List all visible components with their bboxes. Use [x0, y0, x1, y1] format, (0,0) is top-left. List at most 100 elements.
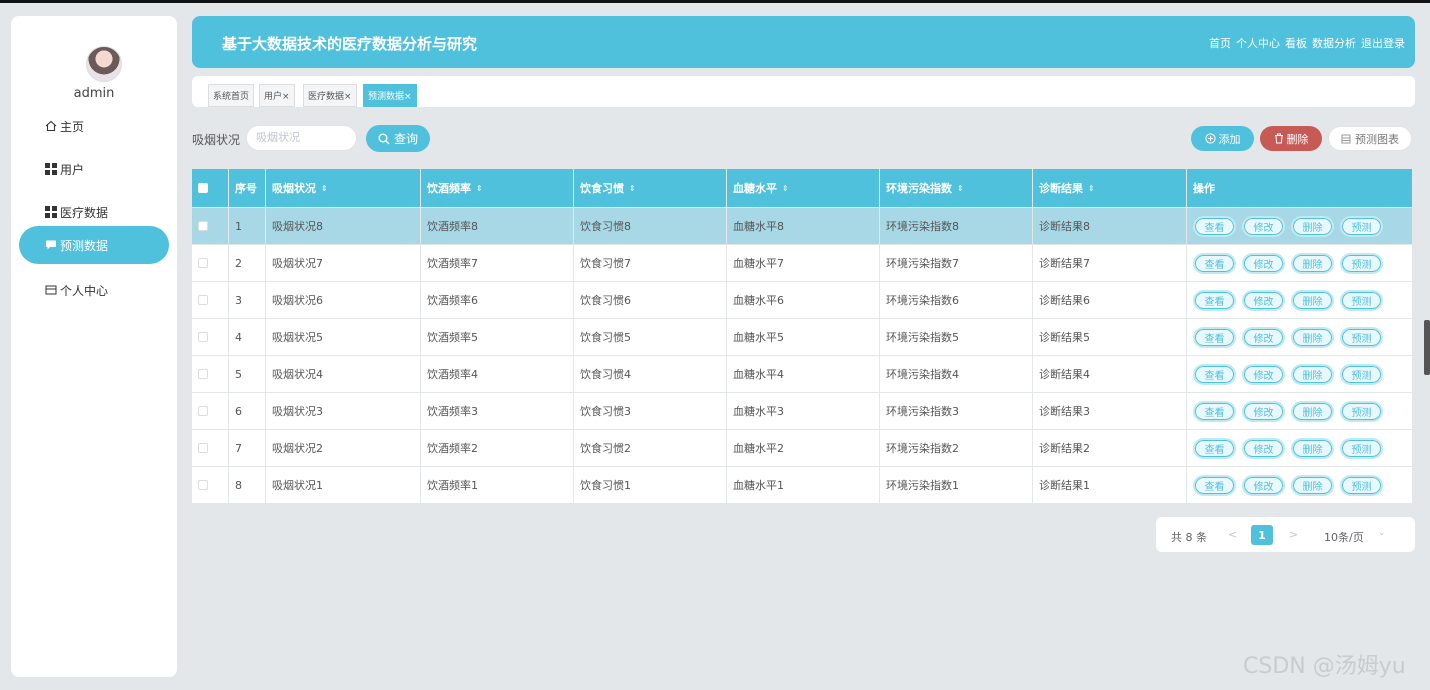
predict-button[interactable]: 预测 [1340, 252, 1383, 274]
sort-icon[interactable]: ⇕ [957, 184, 964, 193]
scrollbar[interactable] [1424, 320, 1430, 375]
cell-blood-sugar: 血糖水平8 [727, 208, 879, 244]
cell-blood-sugar: 血糖水平5 [727, 319, 879, 355]
row-delete-button[interactable]: 删除 [1291, 363, 1334, 385]
edit-button[interactable]: 修改 [1242, 326, 1285, 348]
sidebar-item-label: 主页 [60, 119, 85, 134]
column-header-label: 诊断结果 [1039, 182, 1083, 195]
column-header-diet-habit[interactable]: 饮食习惯 ⇕ [574, 169, 726, 207]
sidebar-item-prediction-data[interactable]: 预测数据 [19, 226, 169, 264]
watermark: CSDN @汤姆yu [1243, 654, 1406, 679]
row-checkbox[interactable] [198, 258, 208, 268]
predict-button[interactable]: 预测 [1340, 215, 1383, 237]
prev-page-button[interactable]: < [1228, 528, 1237, 541]
sort-icon[interactable]: ⇕ [321, 184, 328, 193]
edit-button[interactable]: 修改 [1242, 400, 1285, 422]
row-delete-button[interactable]: 删除 [1291, 400, 1334, 422]
cell-smoking-status: 吸烟状况2 [266, 430, 420, 466]
predict-button[interactable]: 预测 [1340, 289, 1383, 311]
cell-diagnosis: 诊断结果5 [1033, 319, 1186, 355]
next-page-button[interactable]: > [1289, 528, 1298, 541]
tab-system-home[interactable]: 系统首页 [208, 84, 255, 107]
row-checkbox[interactable] [198, 221, 208, 231]
avatar[interactable] [86, 46, 122, 82]
row-checkbox[interactable] [198, 369, 208, 379]
row-delete-button[interactable]: 删除 [1291, 252, 1334, 274]
view-button[interactable]: 查看 [1193, 289, 1236, 311]
edit-button[interactable]: 修改 [1242, 215, 1285, 237]
predict-button[interactable]: 预测 [1340, 363, 1383, 385]
view-button[interactable]: 查看 [1193, 215, 1236, 237]
row-delete-button[interactable]: 删除 [1291, 289, 1334, 311]
cell-blood-sugar: 血糖水平3 [727, 393, 879, 429]
view-button[interactable]: 查看 [1193, 437, 1236, 459]
row-checkbox[interactable] [198, 406, 208, 416]
sidebar-item-home[interactable]: 主页 [19, 107, 169, 145]
cell-blood-sugar: 血糖水平7 [727, 245, 879, 281]
view-button[interactable]: 查看 [1193, 326, 1236, 348]
nav-home-link[interactable]: 首页 [1209, 35, 1231, 51]
sidebar-item-label: 用户 [60, 162, 85, 177]
cell-drinking-frequency: 饮酒频率7 [421, 245, 573, 281]
view-button[interactable]: 查看 [1193, 363, 1236, 385]
cell-diagnosis: 诊断结果2 [1033, 430, 1186, 466]
predict-button[interactable]: 预测 [1340, 437, 1383, 459]
checkbox[interactable] [198, 183, 208, 193]
row-checkbox[interactable] [198, 295, 208, 305]
row-checkbox[interactable] [198, 480, 208, 490]
sidebar-item-users[interactable]: 用户 [19, 150, 169, 188]
edit-button[interactable]: 修改 [1242, 474, 1285, 496]
query-button[interactable]: 查询 [366, 125, 430, 152]
nav-logout-link[interactable]: 退出登录 [1361, 35, 1405, 51]
view-button[interactable]: 查看 [1193, 474, 1236, 496]
edit-button[interactable]: 修改 [1242, 252, 1285, 274]
page-size-select[interactable]: 10条/页 [1324, 529, 1364, 545]
row-actions-cell: 查看 修改 删除 预测 [1187, 393, 1412, 429]
page-number-current[interactable]: 1 [1251, 525, 1273, 545]
row-checkbox[interactable] [198, 443, 208, 453]
sort-icon[interactable]: ⇕ [1088, 184, 1095, 193]
tab-prediction-data[interactable]: 预测数据× [363, 84, 417, 107]
nav-profile-link[interactable]: 个人中心 [1236, 35, 1280, 51]
nav-dashboard-link[interactable]: 看板 [1285, 35, 1307, 51]
predict-button[interactable]: 预测 [1340, 326, 1383, 348]
search-input[interactable] [246, 125, 357, 151]
tab-users[interactable]: 用户× [259, 84, 295, 107]
sidebar-item-profile[interactable]: 个人中心 [19, 271, 169, 309]
cell-index: 4 [229, 319, 265, 355]
column-header-label: 序号 [235, 182, 257, 195]
column-header-diagnosis[interactable]: 诊断结果 ⇕ [1033, 169, 1186, 207]
view-button[interactable]: 查看 [1193, 252, 1236, 274]
row-delete-button[interactable]: 删除 [1291, 215, 1334, 237]
column-header-label: 血糖水平 [733, 182, 777, 195]
column-header-smoking-status[interactable]: 吸烟状况 ⇕ [266, 169, 420, 207]
predict-button[interactable]: 预测 [1340, 400, 1383, 422]
row-checkbox[interactable] [198, 332, 208, 342]
column-header-blood-sugar[interactable]: 血糖水平 ⇕ [727, 169, 879, 207]
sort-icon[interactable]: ⇕ [629, 184, 636, 193]
predict-button[interactable]: 预测 [1340, 474, 1383, 496]
sort-icon[interactable]: ⇕ [476, 184, 483, 193]
sort-icon[interactable]: ⇕ [782, 184, 789, 193]
tab-medical-data[interactable]: 医疗数据× [303, 84, 357, 107]
row-delete-button[interactable]: 删除 [1291, 474, 1334, 496]
column-header-drinking-frequency[interactable]: 饮酒频率 ⇕ [421, 169, 573, 207]
edit-button[interactable]: 修改 [1242, 437, 1285, 459]
row-delete-button[interactable]: 删除 [1291, 437, 1334, 459]
row-select-cell [192, 282, 228, 318]
select-all-checkbox[interactable] [192, 169, 228, 207]
edit-button[interactable]: 修改 [1242, 363, 1285, 385]
chat-icon [44, 238, 58, 252]
delete-button[interactable]: 删除 [1260, 126, 1322, 151]
add-button[interactable]: 添加 [1191, 126, 1254, 151]
prediction-chart-button[interactable]: 预测图表 [1328, 126, 1412, 151]
view-button[interactable]: 查看 [1193, 400, 1236, 422]
row-delete-button[interactable]: 删除 [1291, 326, 1334, 348]
column-header-label: 操作 [1193, 182, 1215, 195]
nav-analysis-link[interactable]: 数据分析 [1312, 35, 1356, 51]
edit-button[interactable]: 修改 [1242, 289, 1285, 311]
row-actions-cell: 查看 修改 删除 预测 [1187, 430, 1412, 466]
cell-index: 7 [229, 430, 265, 466]
column-header-env-pollution[interactable]: 环境污染指数 ⇕ [880, 169, 1032, 207]
top-header: 基于大数据技术的医疗数据分析与研究 首页 个人中心 看板 数据分析 退出登录 [192, 16, 1415, 68]
